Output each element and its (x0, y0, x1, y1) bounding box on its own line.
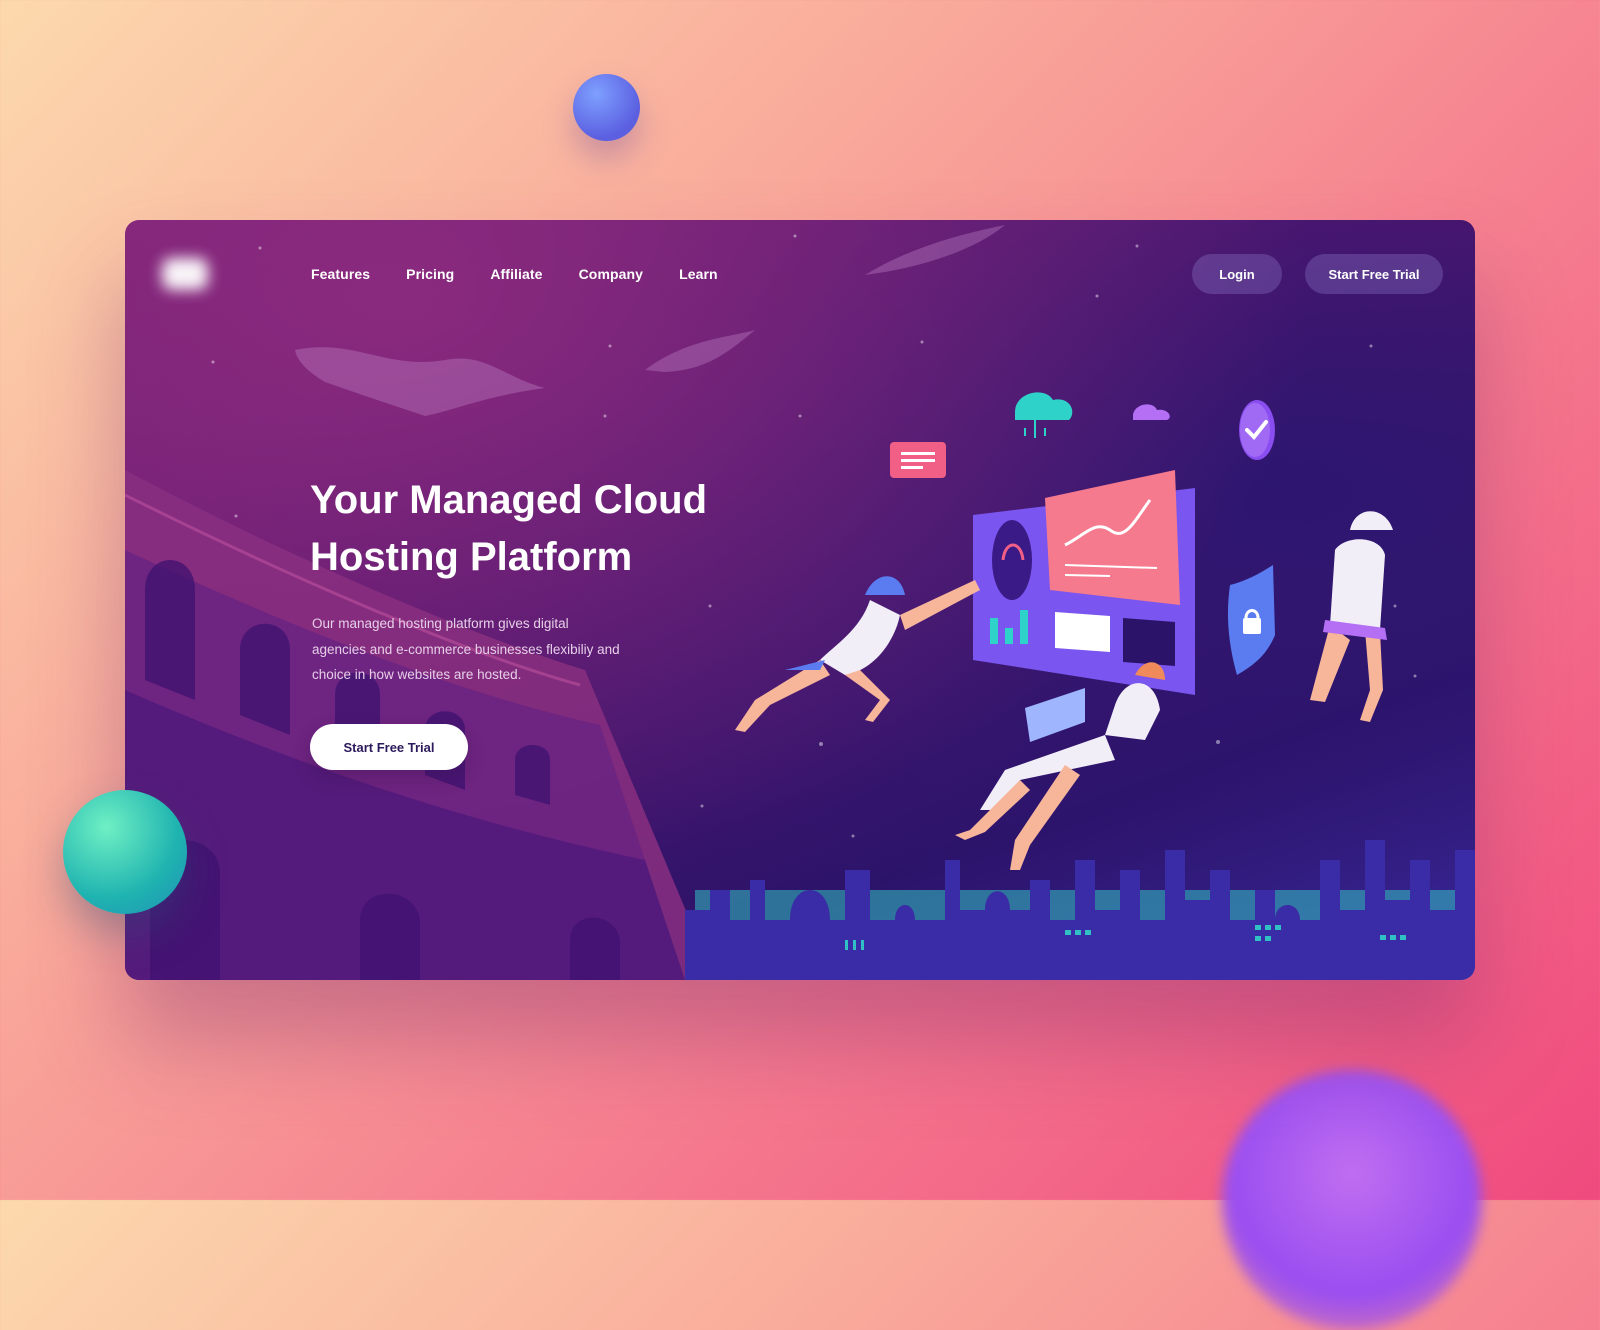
nav-item-features[interactable]: Features (311, 264, 370, 284)
gauge-icon (992, 520, 1032, 600)
landing-page-card: Features Pricing Affiliate Company Learn… (125, 220, 1475, 980)
nav-item-pricing[interactable]: Pricing (406, 264, 454, 284)
decor-purple-orb (1222, 1070, 1482, 1330)
decor-teal-orb (63, 790, 187, 914)
warrior-right (1310, 511, 1393, 722)
main-nav: Features Pricing Affiliate Company Learn (311, 264, 718, 284)
nav-item-affiliate[interactable]: Affiliate (490, 264, 542, 284)
cloud-icon (1015, 392, 1073, 438)
hero-title: Your Managed Cloud Hosting Platform (310, 478, 708, 579)
warrior-center (955, 662, 1165, 870)
start-free-trial-nav-button[interactable]: Start Free Trial (1305, 254, 1443, 294)
small-cloud-icon (1133, 404, 1170, 420)
hero-description: Our managed hosting platform gives digit… (312, 616, 620, 682)
start-free-trial-hero-button[interactable]: Start Free Trial (310, 724, 468, 770)
shield-lock-icon (1227, 565, 1275, 675)
login-button[interactable]: Login (1192, 254, 1282, 294)
warrior-left (735, 576, 980, 732)
message-card-icon (890, 442, 946, 478)
decor-blue-orb (573, 74, 640, 141)
check-badge-icon (1239, 400, 1275, 460)
nav-item-company[interactable]: Company (579, 264, 644, 284)
logo[interactable] (162, 258, 208, 290)
hero-illustration (735, 392, 1393, 870)
nav-item-learn[interactable]: Learn (679, 264, 718, 284)
